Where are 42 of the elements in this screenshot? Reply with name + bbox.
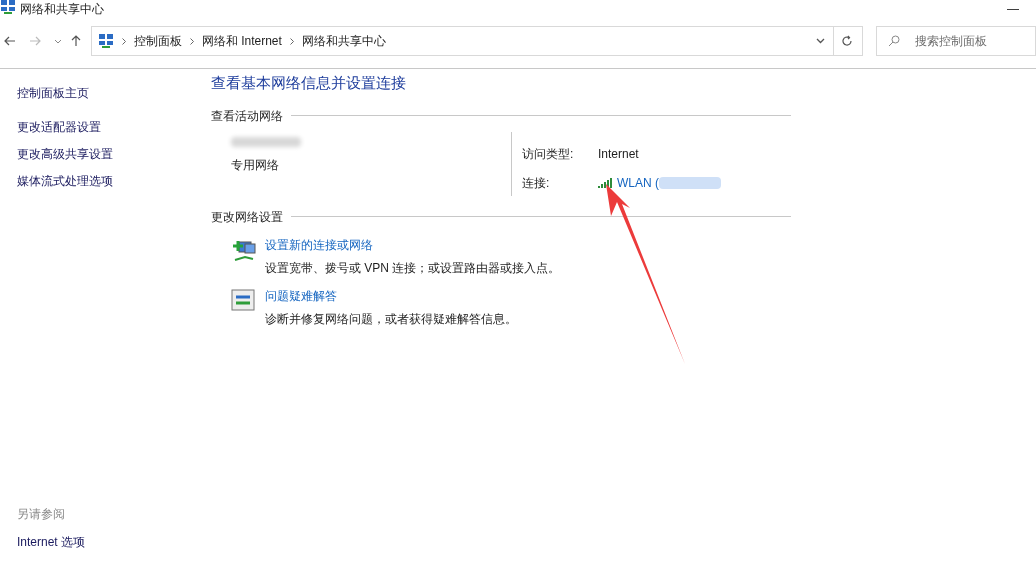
forward-arrow-icon <box>28 36 41 46</box>
chevron-right-icon <box>189 37 194 45</box>
network-icon <box>0 0 16 15</box>
sidebar-link[interactable]: 更改适配器设置 <box>17 118 211 136</box>
back-arrow-icon <box>4 36 17 46</box>
sidebar-link[interactable]: 控制面板主页 <box>17 84 211 102</box>
troubleshoot-icon <box>231 288 255 311</box>
connection-link[interactable]: WLAN ( <box>617 174 659 192</box>
chevron-right-icon <box>121 37 126 45</box>
wifi-signal-icon <box>598 178 613 188</box>
page-title: 查看基本网络信息并设置连接 <box>211 73 407 93</box>
search-field[interactable]: 搜索控制面板 <box>876 26 1036 56</box>
section-heading: 查看活动网络 <box>211 107 283 125</box>
field-label: 连接: <box>522 175 551 192</box>
section-heading: 更改网络设置 <box>211 208 283 226</box>
up-arrow-icon <box>71 35 82 47</box>
refresh-icon <box>842 35 854 47</box>
field-label: 访问类型: <box>522 146 575 163</box>
network-icon <box>97 33 114 49</box>
chevron-right-icon <box>289 37 294 45</box>
search-icon <box>888 35 900 47</box>
access-type-value: Internet <box>598 146 640 163</box>
sidebar-link[interactable]: Internet 选项 <box>17 533 211 551</box>
task-link[interactable]: 问题疑难解答 <box>265 286 517 305</box>
sidebar-link[interactable]: 媒体流式处理选项 <box>17 172 211 190</box>
breadcrumb[interactable]: 控制面板 <box>133 32 182 50</box>
sidebar-link[interactable]: 更改高级共享设置 <box>17 145 211 163</box>
task-description: 设置宽带、拨号或 VPN 连接；或设置路由器或接入点。 <box>265 259 561 277</box>
blurred-connection-name <box>659 177 721 189</box>
chevron-down-icon <box>816 38 826 44</box>
task-description: 诊断并修复网络问题，或者获得疑难解答信息。 <box>265 310 517 328</box>
task-link[interactable]: 设置新的连接或网络 <box>265 235 561 254</box>
breadcrumb[interactable]: 网络和共享中心 <box>301 32 386 50</box>
see-also-heading: 另请参阅 <box>17 506 66 523</box>
network-category: 专用网络 <box>231 156 280 174</box>
minimize-button[interactable]: — <box>990 0 1036 18</box>
window-title: 网络和共享中心 <box>20 1 104 18</box>
blurred-network-name <box>231 136 301 147</box>
breadcrumb[interactable]: 网络和 Internet <box>201 32 282 50</box>
refresh-button[interactable] <box>833 26 863 56</box>
address-bar[interactable]: 控制面板 网络和 Internet 网络和共享中心 <box>90 26 834 56</box>
chevron-down-icon <box>53 38 62 44</box>
